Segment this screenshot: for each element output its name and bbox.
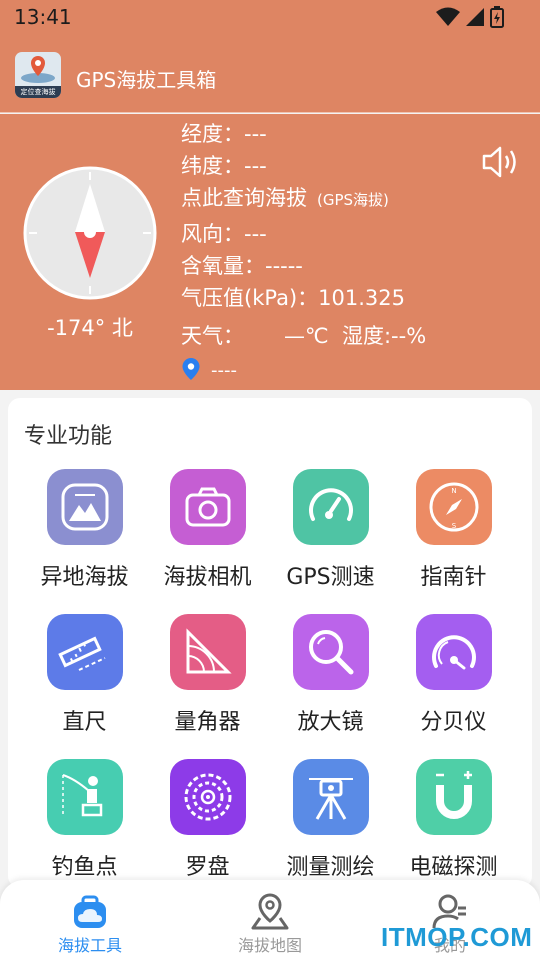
magnet-icon	[436, 771, 472, 819]
compass-icon: N S	[429, 482, 479, 532]
ruler-icon	[58, 636, 106, 671]
surveying-instrument-icon	[309, 778, 353, 820]
oxygen-text: 含氧量：-----	[181, 254, 303, 278]
luopan-icon	[184, 773, 232, 821]
feature-label: 放大镜	[297, 710, 364, 735]
camera-icon	[185, 487, 231, 527]
longitude-text: 经度：---	[181, 122, 267, 146]
location-text: ----	[211, 360, 237, 381]
feature-label: 量角器	[174, 710, 241, 735]
logo-text: 定位查海拔	[15, 86, 61, 98]
magnifier-icon	[309, 630, 354, 675]
status-time: 13:41	[14, 5, 72, 29]
feature-magnetic[interactable]: 电磁探测	[392, 759, 515, 899]
features-card: 专业功能 异地海拔 海拔相机 GPS测速 N S 指南针 直尺 量角器 放大镜 …	[8, 398, 532, 888]
info-panel: -174° 北 经度：--- 纬度：--- 点此查询海拔 (GPS海拔) 风向：-…	[0, 114, 540, 390]
compass-needle-icon	[23, 166, 157, 300]
altitude-query-link[interactable]: 点此查询海拔 (GPS海拔)	[181, 182, 389, 212]
feature-luopan[interactable]: 罗盘	[146, 759, 269, 899]
fishing-icon	[62, 774, 103, 817]
feature-label: 罗盘	[185, 855, 230, 880]
feature-compass[interactable]: N S 指南针	[392, 469, 515, 609]
mountain-frame-icon	[61, 483, 109, 531]
app-logo: 定位查海拔	[15, 52, 61, 98]
feature-label: 直尺	[62, 710, 107, 735]
weather-text: 天气： —℃ 湿度:--%	[181, 324, 427, 348]
toolbox-icon	[74, 895, 106, 928]
section-title: 专业功能	[24, 424, 113, 449]
gps-altitude-tag: (GPS海拔)	[317, 191, 389, 209]
latitude-text: 纬度：---	[181, 154, 267, 178]
feature-protractor[interactable]: 量角器	[146, 614, 269, 754]
speedometer-icon	[309, 488, 353, 521]
app-bar: 定位查海拔 GPS海拔工具箱	[0, 36, 540, 113]
svg-text:N: N	[451, 487, 456, 495]
feature-label: 异地海拔	[40, 565, 129, 590]
feature-magnifier[interactable]: 放大镜	[269, 614, 392, 754]
location-pin-icon	[182, 358, 200, 380]
feature-label: 电磁探测	[409, 855, 498, 880]
wifi-icon	[436, 7, 460, 26]
compass-dial[interactable]	[23, 166, 157, 300]
feature-fishing-spot[interactable]: 钓鱼点	[23, 759, 146, 899]
feature-label: 海拔相机	[163, 565, 252, 590]
nav-label: 海拔地图	[237, 936, 302, 955]
wind-text: 风向：---	[181, 222, 267, 246]
pressure-text: 气压值(kPa)：101.325	[181, 286, 405, 310]
feature-altitude-camera[interactable]: 海拔相机	[146, 469, 269, 609]
speaker-icon	[482, 146, 516, 178]
nav-altitude-tools[interactable]: 海拔工具	[0, 880, 180, 960]
protractor-icon	[186, 628, 232, 674]
status-bar: 13:41	[0, 0, 540, 36]
signal-icon	[466, 8, 484, 26]
compass-reading: -174° 北	[47, 316, 133, 340]
altitude-query-label: 点此查询海拔	[181, 186, 307, 210]
svg-text:S: S	[452, 522, 457, 530]
feature-survey[interactable]: 测量测绘	[269, 759, 392, 899]
feature-label: 指南针	[420, 565, 487, 590]
decibel-meter-icon	[432, 635, 476, 670]
watermark: ITMOP.COM	[381, 922, 533, 952]
speaker-button[interactable]	[480, 142, 522, 186]
feature-label: 测量测绘	[286, 855, 375, 880]
nav-altitude-map[interactable]: 海拔地图	[180, 880, 360, 960]
feature-label: 分贝仪	[420, 710, 487, 735]
feature-decibel[interactable]: 分贝仪	[392, 614, 515, 754]
feature-label: GPS测速	[286, 565, 375, 590]
feature-ruler[interactable]: 直尺	[23, 614, 146, 754]
feature-label: 钓鱼点	[51, 855, 118, 880]
feature-gps-speed[interactable]: GPS测速	[269, 469, 392, 609]
map-pin-icon	[251, 893, 289, 930]
nav-label: 海拔工具	[57, 936, 122, 955]
app-title: GPS海拔工具箱	[76, 68, 217, 92]
feature-remote-altitude[interactable]: 异地海拔	[23, 469, 146, 609]
location-logo-icon	[21, 56, 55, 83]
battery-icon	[490, 6, 504, 28]
